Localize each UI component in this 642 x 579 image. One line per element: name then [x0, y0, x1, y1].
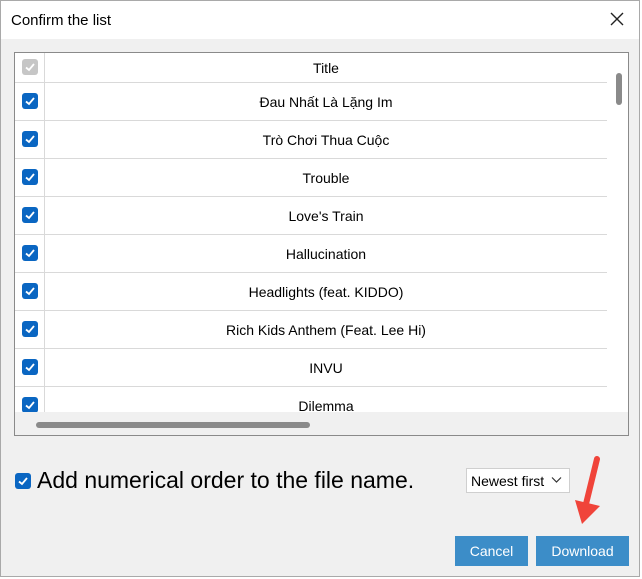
check-icon — [25, 287, 35, 296]
list-header-row: Title — [15, 53, 607, 83]
item-title: Hallucination — [285, 245, 367, 262]
close-button[interactable] — [605, 7, 629, 31]
check-icon — [25, 63, 35, 72]
dialog-title: Confirm the list — [11, 12, 112, 29]
check-icon — [25, 135, 35, 144]
item-title: Headlights (feat. KIDDO) — [248, 283, 404, 300]
item-checkbox[interactable] — [22, 93, 38, 109]
check-icon — [25, 249, 35, 258]
list-item[interactable]: Love's Train — [15, 197, 607, 235]
item-title: Rich Kids Anthem (Feat. Lee Hi) — [226, 321, 426, 338]
item-checkbox[interactable] — [22, 169, 38, 185]
numerical-order-checkbox[interactable] — [15, 472, 31, 489]
track-rows: Title Đau Nhất Là Lặng Im Trò Chơi Thua … — [15, 53, 607, 425]
sort-order-value: Newest first — [471, 472, 545, 489]
sort-order-select[interactable]: Newest first — [466, 468, 570, 493]
check-icon — [25, 401, 35, 410]
confirm-dialog: Confirm the list Title Đau Nhất Là Lặng … — [0, 0, 640, 577]
item-checkbox[interactable] — [22, 245, 38, 261]
check-icon — [25, 97, 35, 106]
track-list: Title Đau Nhất Là Lặng Im Trò Chơi Thua … — [14, 52, 629, 436]
item-title: INVU — [309, 359, 343, 376]
item-title: Trò Chơi Thua Cuộc — [262, 131, 390, 148]
check-icon — [25, 325, 35, 334]
horizontal-scroll-thumb[interactable] — [36, 422, 310, 428]
list-item[interactable]: Rich Kids Anthem (Feat. Lee Hi) — [15, 311, 607, 349]
item-checkbox[interactable] — [22, 321, 38, 337]
title-bar: Confirm the list — [1, 1, 639, 39]
chevron-down-icon — [551, 477, 562, 483]
list-item[interactable]: Trò Chơi Thua Cuộc — [15, 121, 607, 159]
check-icon — [25, 173, 35, 182]
item-title: Love's Train — [288, 207, 364, 224]
select-all-checkbox[interactable] — [22, 59, 38, 75]
horizontal-scrollbar[interactable] — [15, 412, 607, 435]
item-checkbox[interactable] — [22, 359, 38, 375]
vertical-scrollbar[interactable] — [607, 53, 628, 412]
list-item[interactable]: Trouble — [15, 159, 607, 197]
item-checkbox[interactable] — [22, 131, 38, 147]
list-item[interactable]: Hallucination — [15, 235, 607, 273]
pointer-arrow-icon — [575, 456, 600, 524]
close-icon — [610, 12, 624, 26]
check-icon — [25, 211, 35, 220]
list-item[interactable]: Headlights (feat. KIDDO) — [15, 273, 607, 311]
download-button[interactable]: Download — [536, 536, 629, 566]
item-checkbox[interactable] — [22, 207, 38, 223]
vertical-scroll-thumb[interactable] — [616, 73, 622, 105]
item-title: Trouble — [302, 169, 350, 186]
check-icon — [25, 363, 35, 372]
list-item[interactable]: Đau Nhất Là Lặng Im — [15, 83, 607, 121]
check-icon — [18, 476, 28, 485]
numerical-order-option[interactable]: Add numerical order to the file name. — [15, 467, 414, 494]
numerical-order-label: Add numerical order to the file name. — [37, 467, 415, 493]
cancel-button[interactable]: Cancel — [455, 536, 528, 566]
list-item[interactable]: INVU — [15, 349, 607, 387]
item-title: Đau Nhất Là Lặng Im — [259, 93, 393, 110]
scrollbar-corner — [607, 412, 628, 435]
item-checkbox[interactable] — [22, 397, 38, 413]
item-checkbox[interactable] — [22, 283, 38, 299]
column-header-title[interactable]: Title — [45, 53, 607, 82]
